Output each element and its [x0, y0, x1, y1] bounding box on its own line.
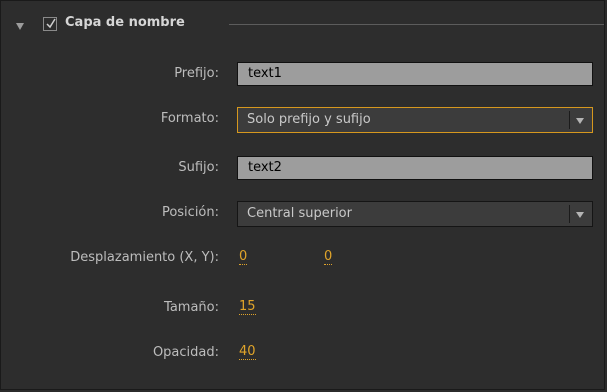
- section-title: Capa de nombre: [65, 15, 185, 30]
- opacidad-label: Opacidad:: [152, 345, 219, 360]
- row-tamano: Tamaño: 15: [1, 296, 604, 322]
- formato-label: Formato:: [160, 111, 219, 126]
- row-prefijo: Prefijo: text1: [1, 62, 604, 88]
- posicion-label: Posición:: [161, 205, 219, 220]
- checkmark-icon: [46, 18, 56, 29]
- row-posicion: Posición: Central superior: [1, 201, 604, 227]
- formato-select[interactable]: Solo prefijo y sufijo: [237, 107, 593, 133]
- section-header: Capa de nombre: [1, 15, 604, 39]
- chevron-down-icon: [576, 212, 584, 218]
- row-desplazamiento: Desplazamiento (X, Y): 0 0: [1, 246, 604, 272]
- posicion-select[interactable]: Central superior: [237, 201, 593, 227]
- row-sufijo: Sufijo: text2: [1, 156, 604, 182]
- section-checkbox[interactable]: [43, 17, 57, 31]
- sufijo-input[interactable]: text2: [237, 156, 593, 180]
- sufijo-label: Sufijo:: [178, 160, 219, 175]
- prefijo-input[interactable]: text1: [237, 62, 593, 86]
- desplazamiento-x-value[interactable]: 0: [239, 250, 248, 265]
- formato-select-value: Solo prefijo y sufijo: [247, 112, 371, 127]
- prefijo-label: Prefijo:: [174, 66, 219, 81]
- select-separator: [569, 111, 570, 129]
- properties-panel: Capa de nombre Prefijo: text1 Formato: S…: [0, 0, 605, 390]
- tamano-label: Tamaño:: [164, 300, 219, 315]
- select-separator: [569, 205, 570, 223]
- opacidad-value[interactable]: 40: [239, 345, 256, 360]
- row-formato: Formato: Solo prefijo y sufijo: [1, 107, 604, 133]
- chevron-down-icon: [576, 118, 584, 124]
- header-divider: [229, 24, 604, 25]
- collapse-triangle-icon[interactable]: [16, 23, 24, 30]
- row-opacidad: Opacidad: 40: [1, 341, 604, 367]
- posicion-select-value: Central superior: [247, 206, 352, 221]
- desplazamiento-label: Desplazamiento (X, Y):: [70, 250, 219, 265]
- tamano-value[interactable]: 15: [239, 300, 256, 315]
- desplazamiento-y-value[interactable]: 0: [324, 250, 333, 265]
